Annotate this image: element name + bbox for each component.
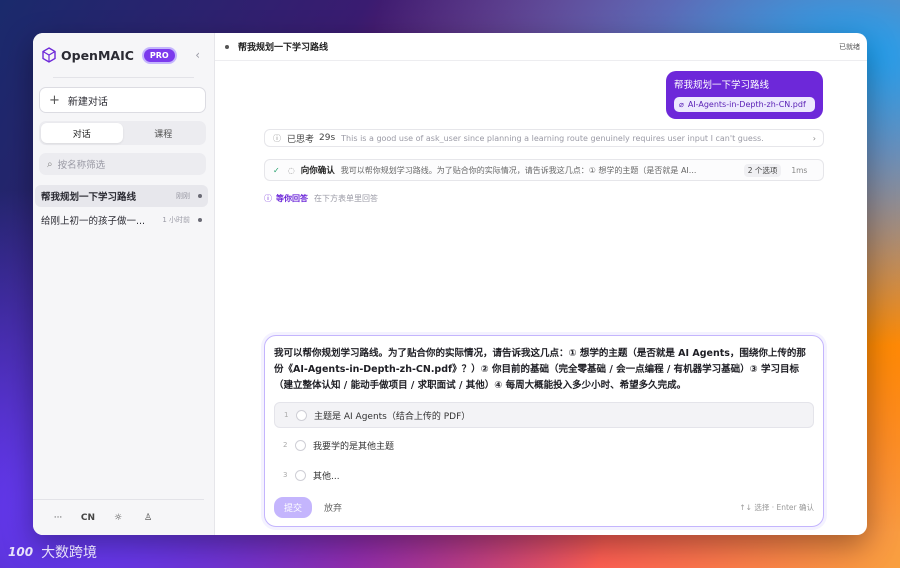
ask-user-form: 我可以帮你规划学习路线。为了贴合你的实际情况，请告诉我这几点：① 想学的主题（是… bbox=[264, 335, 824, 527]
search-icon: ⌕ bbox=[47, 158, 53, 170]
more-button[interactable]: ··· bbox=[43, 513, 73, 523]
keyboard-hint: ↑↓ 选择 · Enter 确认 bbox=[739, 503, 814, 512]
thinking-row[interactable]: ⓘ 已思考 29s This is a good use of ask_user… bbox=[264, 129, 824, 147]
thinking-preview: This is a good use of ask_user since pla… bbox=[341, 133, 764, 143]
check-icon: ✓ bbox=[273, 165, 280, 175]
tool-description: 我可以帮你规划学习路线。为了贴合你的实际情况，请告诉我这几点：① 想学的主题（是… bbox=[340, 165, 697, 175]
question-icon: ⓘ bbox=[264, 194, 272, 203]
answer-option[interactable]: 1 主题是 AI Agents（结合上传的 PDF） bbox=[274, 402, 814, 428]
radio-button[interactable] bbox=[295, 469, 306, 481]
radio-button[interactable] bbox=[296, 409, 307, 421]
user-icon[interactable]: ♙ bbox=[133, 513, 163, 523]
chat-dot-icon bbox=[198, 194, 202, 198]
search-input[interactable]: ⌕ 按名称筛选 bbox=[39, 153, 206, 175]
tool-duration: 1ms bbox=[791, 165, 808, 175]
thinking-label: 已思考 bbox=[287, 134, 315, 145]
option-label: 主题是 AI Agents（结合上传的 PDF） bbox=[314, 411, 471, 422]
app-window: OpenMAIC PRO ‹ + 新建对话 对话 课程 ⌕ 按名称筛选 帮我规划… bbox=[33, 33, 867, 535]
option-number: 1 bbox=[284, 411, 289, 419]
waiting-label: 等你回答 bbox=[276, 194, 308, 203]
tool-call-row[interactable]: ✓ ◌ 向你确认 我可以帮你规划学习路线。为了贴合你的实际情况，请告诉我这几点：… bbox=[264, 159, 824, 181]
new-chat-label: 新建对话 bbox=[67, 96, 108, 108]
user-message-bubble: 帮我规划一下学习路线 ⌀ AI-Agents-in-Depth-zh-CN.pd… bbox=[666, 71, 823, 119]
option-number: 3 bbox=[283, 471, 288, 479]
radio-button[interactable] bbox=[295, 439, 306, 451]
option-number: 2 bbox=[283, 441, 288, 449]
sidebar: OpenMAIC PRO ‹ + 新建对话 对话 课程 ⌕ 按名称筛选 帮我规划… bbox=[33, 33, 215, 535]
status-dot-icon bbox=[225, 44, 229, 49]
discard-button[interactable]: 放弃 bbox=[324, 501, 342, 514]
ask-question: 我可以帮你规划学习路线。为了贴合你的实际情况，请告诉我这几点：① 想学的主题（是… bbox=[274, 348, 806, 391]
chat-bubble-icon: ◌ bbox=[287, 165, 295, 175]
option-label: 我要学的是其他主题 bbox=[313, 441, 395, 452]
main-panel: 帮我规划一下学习路线 已就绪 帮我规划一下学习路线 ⌀ AI-Agents-in… bbox=[215, 33, 867, 535]
divider bbox=[53, 77, 194, 78]
brand-name: OpenMAIC bbox=[61, 47, 134, 63]
chevron-right-icon: › bbox=[812, 133, 816, 143]
thinking-duration: 29s bbox=[319, 133, 336, 143]
sidebar-tabs: 对话 课程 bbox=[39, 121, 206, 145]
chat-title: 帮我规划一下学习路线 bbox=[41, 192, 137, 203]
brand-header: OpenMAIC PRO ‹ bbox=[33, 33, 214, 77]
watermark-text: 大数跨境 bbox=[41, 545, 98, 561]
waiting-indicator: ⓘ 等你回答 在下方表单里回答 bbox=[264, 193, 378, 204]
topbar: 帮我规划一下学习路线 已就绪 bbox=[215, 33, 867, 61]
paperclip-icon: ⌀ bbox=[679, 100, 684, 109]
info-icon: ⓘ bbox=[273, 133, 281, 143]
cube-logo-icon bbox=[42, 47, 56, 63]
user-message-text: 帮我规划一下学习路线 bbox=[674, 80, 770, 91]
search-placeholder: 按名称筛选 bbox=[57, 160, 106, 171]
new-chat-button[interactable]: + 新建对话 bbox=[39, 87, 206, 113]
chat-time: 刚刚 bbox=[176, 192, 190, 200]
tool-name: 向你确认 bbox=[300, 166, 335, 176]
options-count-badge: 2 个选项 bbox=[743, 163, 782, 177]
waiting-hint: 在下方表单里回答 bbox=[314, 194, 378, 203]
sun-icon[interactable]: ☼ bbox=[103, 513, 133, 523]
chat-time: 1 小时前 bbox=[162, 216, 190, 224]
pro-badge: PRO bbox=[141, 46, 177, 64]
option-label: 其他... bbox=[313, 471, 340, 482]
watermark-logo: 100 bbox=[8, 545, 34, 559]
answer-option[interactable]: 3 其他... bbox=[274, 462, 814, 488]
chat-list: 帮我规划一下学习路线 刚刚 给刚上初一的孩子做一... 1 小时前 bbox=[33, 185, 214, 233]
chat-list-item[interactable]: 给刚上初一的孩子做一... 1 小时前 bbox=[35, 209, 208, 231]
plus-icon: + bbox=[49, 92, 60, 108]
answer-option[interactable]: 2 我要学的是其他主题 bbox=[274, 432, 814, 458]
tab-chats[interactable]: 对话 bbox=[41, 123, 123, 143]
attachment-name: AI-Agents-in-Depth-zh-CN.pdf bbox=[687, 100, 806, 109]
tab-courses[interactable]: 课程 bbox=[123, 123, 205, 143]
attachment-chip[interactable]: ⌀ AI-Agents-in-Depth-zh-CN.pdf bbox=[674, 97, 815, 112]
collapse-sidebar-icon[interactable]: ‹ bbox=[195, 48, 200, 62]
ask-form-footer: 提交 放弃 ↑↓ 选择 · Enter 确认 bbox=[274, 497, 814, 518]
conversation-title: 帮我规划一下学习路线 bbox=[238, 43, 329, 53]
chat-title: 给刚上初一的孩子做一... bbox=[41, 216, 146, 227]
chat-dot-icon bbox=[198, 218, 202, 222]
language-button[interactable]: CN bbox=[73, 513, 103, 523]
sidebar-footer: ··· CN ☼ ♙ bbox=[33, 499, 204, 535]
submit-button[interactable]: 提交 bbox=[274, 497, 313, 518]
chat-list-item[interactable]: 帮我规划一下学习路线 刚刚 bbox=[35, 185, 208, 207]
ready-status: 已就绪 bbox=[839, 42, 860, 51]
watermark: 100 大数跨境 bbox=[8, 542, 97, 562]
